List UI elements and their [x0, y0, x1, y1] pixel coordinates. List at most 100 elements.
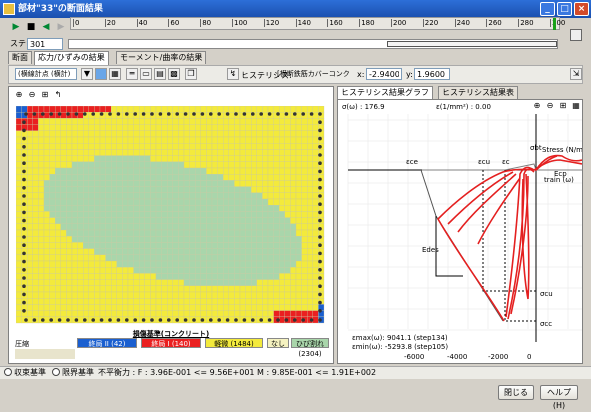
mesh-icon[interactable]: ▦ — [109, 68, 121, 80]
mesh-cell — [195, 174, 201, 181]
material-select[interactable]: [横断鉄筋カバーコンクリート] — [277, 68, 353, 80]
mesh-cell — [273, 291, 280, 299]
zoom-in-icon[interactable]: ⊕ — [13, 90, 25, 102]
mesh-cell — [223, 155, 229, 162]
minimize-button[interactable]: _ — [540, 2, 555, 16]
mesh-cell — [167, 136, 173, 144]
mesh-cell — [273, 273, 280, 280]
y-coordinate-input[interactable] — [414, 68, 450, 80]
timeline-tick: 40 — [136, 19, 148, 27]
mesh-cell — [284, 254, 291, 262]
radio-convergence[interactable] — [4, 368, 12, 376]
stop-icon[interactable]: ■ — [25, 21, 37, 33]
mesh-cell — [139, 124, 145, 131]
mesh-cell — [111, 167, 117, 175]
mesh-cell — [234, 180, 241, 187]
mesh-cell — [83, 186, 89, 193]
rebar-point — [22, 268, 26, 272]
mesh-cell — [38, 217, 45, 224]
grid-icon[interactable]: ▦ — [570, 101, 582, 113]
mesh-cell — [312, 149, 319, 156]
rebar-point — [209, 318, 213, 322]
timeline-marker[interactable] — [553, 18, 556, 30]
step-forward-icon[interactable]: ▶ — [55, 21, 67, 33]
mesh-cell — [262, 242, 269, 249]
copy-icon[interactable]: ❐ — [185, 68, 197, 80]
help-button[interactable]: ヘルプ(H) — [540, 385, 578, 410]
mesh-cell — [200, 205, 207, 212]
mesh-cell — [223, 136, 229, 144]
border-icon[interactable]: ▭ — [140, 68, 152, 80]
rebar-point — [309, 112, 314, 116]
fit-icon[interactable]: ⊞ — [557, 101, 569, 113]
line-icon[interactable]: ═ — [126, 68, 138, 80]
mesh-cell — [32, 161, 39, 169]
mesh-cell — [223, 273, 229, 280]
mesh-cell — [60, 143, 67, 150]
mesh-cell — [307, 267, 313, 274]
mesh-cell — [312, 223, 319, 231]
fit-icon[interactable]: ⊞ — [39, 90, 51, 102]
grid-color-icon[interactable] — [95, 68, 107, 80]
hysteresis-icon[interactable]: ↯ — [227, 68, 239, 80]
table-icon[interactable]: ▤ — [154, 68, 166, 80]
mesh-cell — [127, 236, 134, 243]
mesh-cell — [122, 248, 129, 255]
step-back-icon[interactable]: ◀ — [40, 21, 52, 33]
mesh-cell — [127, 316, 134, 324]
tab-hysteresis-table[interactable]: ヒステリシス結果表 — [438, 86, 518, 99]
step-input[interactable] — [27, 38, 63, 50]
mesh-cell — [279, 211, 285, 218]
section-mesh[interactable] — [16, 106, 328, 328]
tab-hysteresis-graph[interactable]: ヒステリシス結果グラフ — [337, 86, 433, 100]
mesh-cell — [206, 211, 213, 218]
mesh-cell — [200, 161, 207, 169]
mesh-cell — [189, 260, 196, 268]
chevron-down-icon[interactable]: ▼ — [81, 68, 93, 80]
hysteresis-graph[interactable]: -6000-4000-20000 σbt Ecp Stress (N/mm tr… — [338, 114, 582, 364]
mesh-cell — [83, 267, 89, 274]
mesh-cell — [167, 223, 173, 231]
mesh-cell — [43, 167, 50, 175]
mesh-cell — [189, 149, 196, 156]
zoom-in-icon[interactable]: ⊕ — [531, 101, 543, 113]
play-icon[interactable]: ▶ — [10, 21, 22, 33]
tab-section[interactable]: 断面 — [8, 51, 32, 64]
zoom-out-icon[interactable]: ⊖ — [26, 90, 38, 102]
mesh-cell — [295, 304, 302, 311]
close-button[interactable]: 閉じる — [498, 385, 534, 400]
mesh-cell — [94, 291, 101, 299]
mesh-cell — [83, 236, 89, 243]
frame-timeline[interactable]: 0 20 40 60 80 100 120 140 160 180 200 220 240 260 280 3… — [70, 17, 565, 30]
rebar-point — [318, 227, 322, 231]
element-select[interactable]: (横線計点 (横計) — [15, 68, 77, 80]
mesh-cell — [105, 186, 112, 193]
mesh-cell — [88, 310, 95, 317]
step-slider[interactable] — [68, 39, 558, 49]
mesh-cell — [228, 223, 235, 231]
mesh-cell — [223, 198, 229, 206]
tab-stress-strain[interactable]: 応力/ひずみの結果 — [34, 51, 109, 65]
rebar-point — [150, 112, 154, 116]
mesh-cell — [206, 279, 213, 286]
radio-limit[interactable] — [52, 368, 60, 376]
mesh-cell — [273, 136, 280, 144]
grid-icon[interactable]: ▩ — [168, 68, 180, 80]
mesh-cell — [279, 130, 285, 138]
export-icon[interactable]: ⇲ — [570, 68, 582, 80]
mesh-cell — [234, 285, 241, 293]
mesh-cell — [245, 236, 252, 243]
mesh-cell — [144, 229, 151, 237]
pan-icon[interactable]: ↰ — [52, 90, 64, 102]
rebar-point — [125, 318, 129, 322]
x-coordinate-input[interactable] — [366, 68, 402, 80]
sync-icon[interactable] — [570, 29, 582, 41]
mesh-cell — [251, 180, 257, 187]
maximize-button[interactable]: □ — [557, 2, 572, 16]
tab-moment-curvature[interactable]: モーメント/曲率の結果 — [116, 51, 207, 64]
close-window-button[interactable]: × — [574, 2, 589, 16]
mesh-cell — [178, 136, 185, 144]
zoom-out-icon[interactable]: ⊖ — [544, 101, 556, 113]
mesh-cell — [189, 248, 196, 255]
mesh-cell — [290, 124, 297, 131]
